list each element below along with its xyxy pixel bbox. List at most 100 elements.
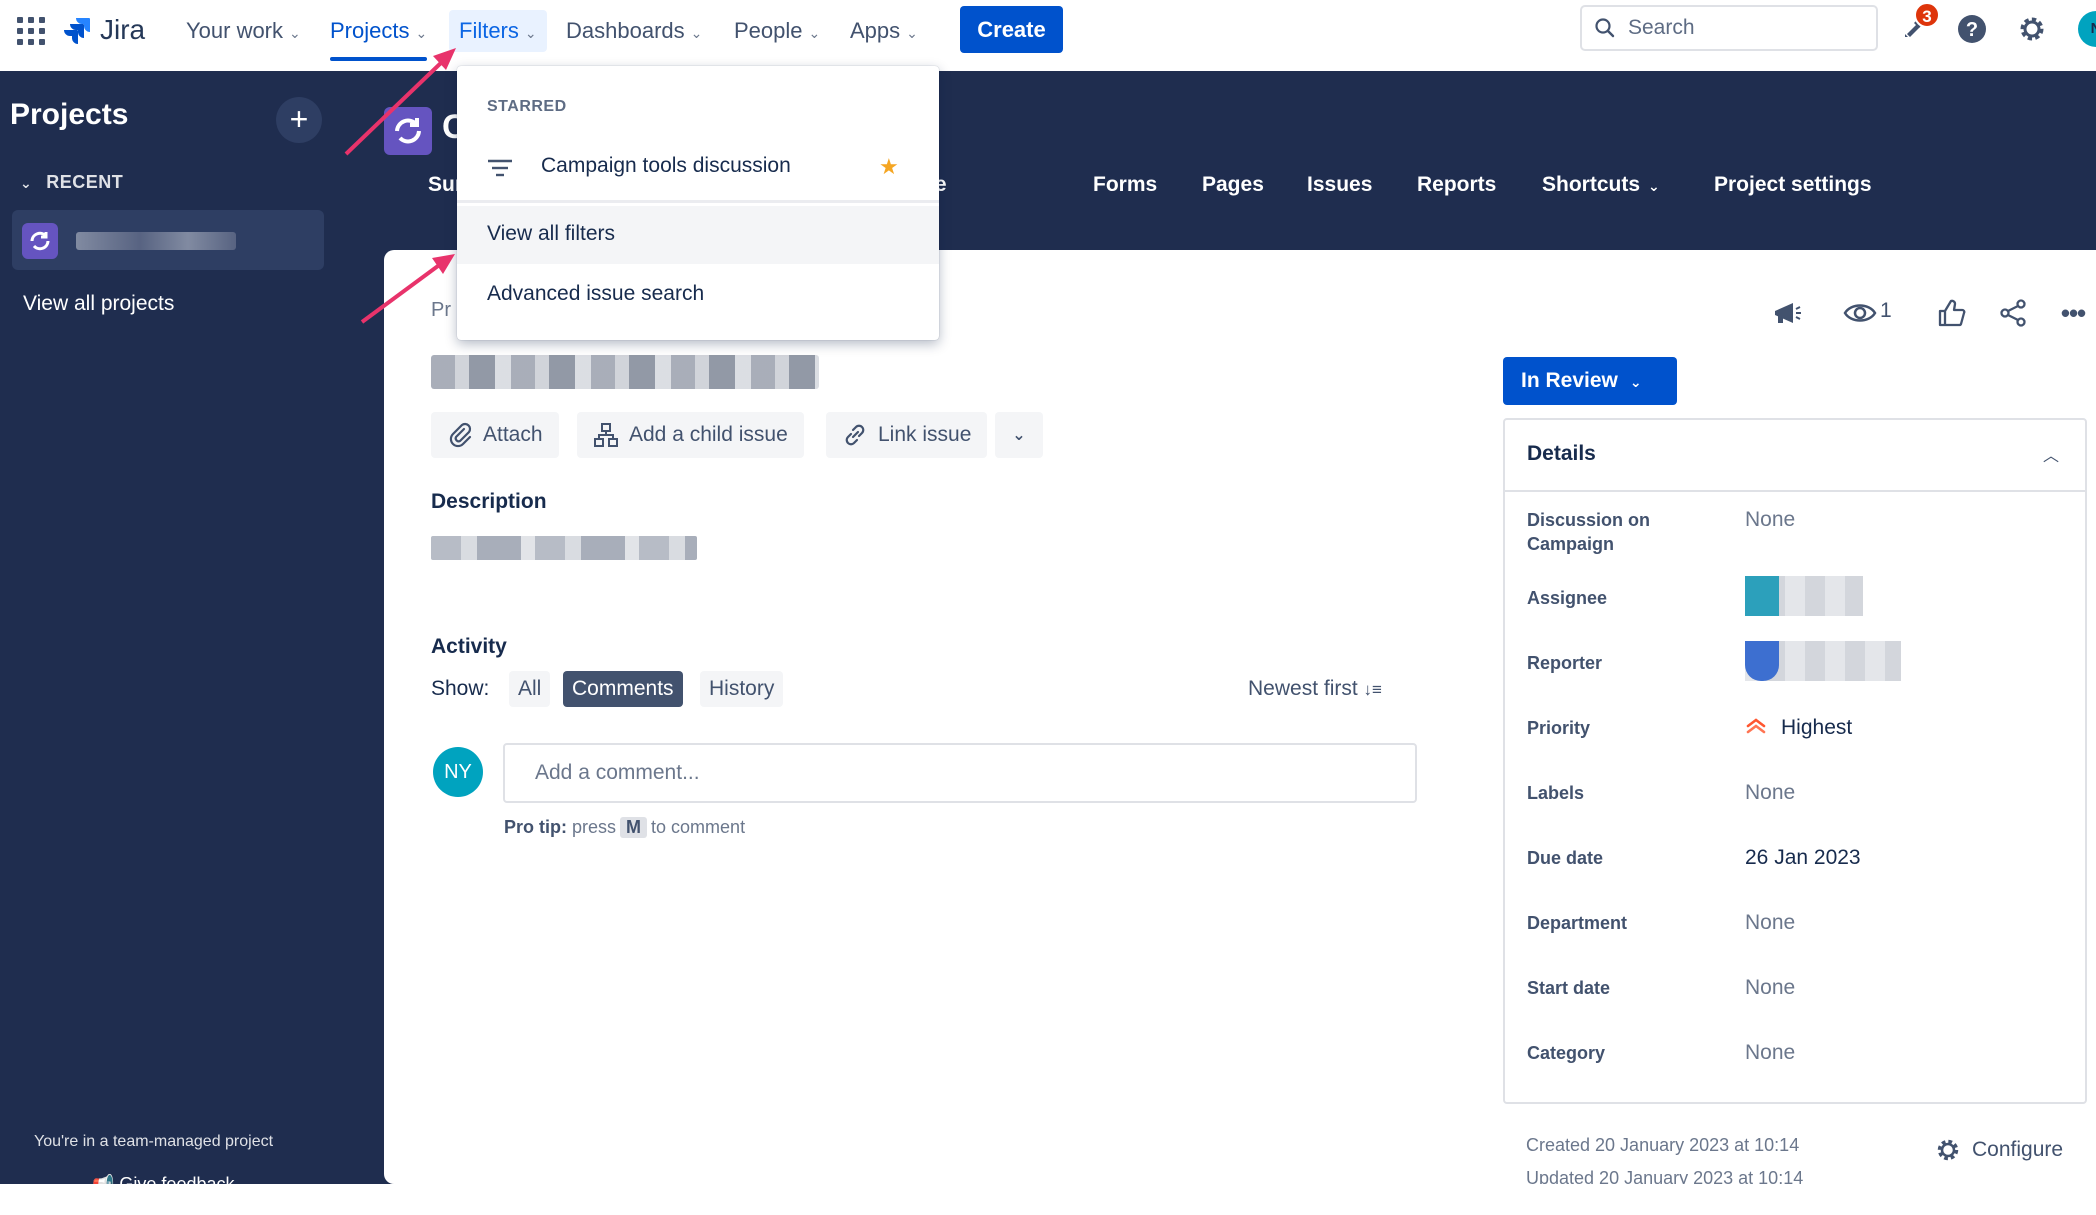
starred-filter-label: Campaign tools discussion xyxy=(541,154,791,177)
nav-label: Your work xyxy=(186,18,284,43)
more-actions-dropdown[interactable]: ⌄ xyxy=(995,412,1043,458)
issue-title-redacted xyxy=(431,355,819,389)
tab-issues[interactable]: Issues xyxy=(1307,173,1372,197)
nav-people[interactable]: People ⌄ xyxy=(724,10,830,52)
configure-button[interactable]: Configure xyxy=(1934,1136,2063,1164)
nav-label: Dashboards xyxy=(566,18,685,43)
field-label: Department xyxy=(1527,913,1628,933)
add-child-issue-button[interactable]: Add a child issue xyxy=(577,412,804,458)
settings-button[interactable] xyxy=(2011,8,2053,50)
details-header[interactable]: Details ︿ xyxy=(1505,420,2085,492)
field-value[interactable]: None xyxy=(1745,781,1795,805)
nav-apps[interactable]: Apps ⌄ xyxy=(840,10,928,52)
feedback-button[interactable] xyxy=(1767,295,1807,331)
nav-label: Apps xyxy=(850,18,901,43)
show-all-button[interactable]: All xyxy=(509,671,551,707)
nav-dashboards[interactable]: Dashboards ⌄ xyxy=(556,10,712,52)
tab-shortcuts[interactable]: Shortcuts ⌄ xyxy=(1542,173,1660,197)
nav-projects[interactable]: Projects ⌄ xyxy=(320,10,437,61)
advanced-issue-search-item[interactable]: Advanced issue search xyxy=(457,266,939,324)
link-issue-button[interactable]: Link issue xyxy=(826,412,988,458)
child-issue-icon xyxy=(594,423,618,447)
comment-input[interactable]: Add a comment... xyxy=(503,743,1417,803)
create-project-button[interactable]: + xyxy=(276,97,322,143)
share-button[interactable] xyxy=(1993,295,2033,331)
help-button[interactable]: ? xyxy=(1951,8,1993,50)
view-all-filters-item[interactable]: View all filters xyxy=(457,206,939,264)
view-all-filters-label: View all filters xyxy=(487,222,615,245)
assignee-redacted[interactable] xyxy=(1745,576,1863,616)
protip-suffix: to comment xyxy=(651,817,746,837)
watch-count: 1 xyxy=(1880,299,1892,322)
svg-text:?: ? xyxy=(1966,19,1978,41)
help-icon: ? xyxy=(1958,15,1986,43)
gear-icon xyxy=(1937,1139,1959,1161)
chevron-down-icon: ⌄ xyxy=(690,25,703,41)
created-timestamp: Created 20 January 2023 at 10:14 xyxy=(1526,1135,1800,1155)
tab-pages[interactable]: Pages xyxy=(1202,173,1264,197)
breadcrumb[interactable]: Pr xyxy=(431,299,451,322)
nav-your-work[interactable]: Your work ⌄ xyxy=(176,10,311,52)
keyboard-shortcut: M xyxy=(620,817,648,838)
priority-value[interactable]: Highest xyxy=(1745,716,1852,740)
tab-forms[interactable]: Forms xyxy=(1093,173,1157,197)
details-title: Details xyxy=(1527,442,1596,465)
starred-heading: STARRED xyxy=(487,98,567,115)
project-icon[interactable] xyxy=(384,107,432,155)
field-value[interactable]: 26 Jan 2023 xyxy=(1745,846,1861,870)
pro-tip: Pro tip: press Mto comment xyxy=(504,817,745,838)
protip-press: press xyxy=(572,817,617,837)
chevron-down-icon: ⌄ xyxy=(20,175,33,191)
show-comments-button[interactable]: Comments xyxy=(563,671,683,707)
jira-logo[interactable]: Jira xyxy=(62,12,145,48)
sidebar-item-project[interactable] xyxy=(12,210,324,270)
like-button[interactable] xyxy=(1931,295,1971,331)
star-icon[interactable]: ★ xyxy=(879,154,899,180)
more-options-button[interactable]: ••• xyxy=(2053,295,2093,331)
protip-prefix: Pro tip: xyxy=(504,817,567,837)
megaphone-icon xyxy=(1775,303,1801,323)
search-input[interactable]: Search xyxy=(1580,5,1878,51)
app-switcher-icon[interactable] xyxy=(17,17,45,45)
user-avatar[interactable]: N xyxy=(2078,11,2096,47)
eye-icon xyxy=(1843,304,1877,322)
show-history-button[interactable]: History xyxy=(700,671,784,707)
tab-project-settings[interactable]: Project settings xyxy=(1714,173,1872,197)
configure-label: Configure xyxy=(1972,1138,2064,1161)
logo-text: Jira xyxy=(100,14,146,45)
share-icon xyxy=(2000,299,2026,327)
chevron-down-icon: ⌄ xyxy=(289,25,301,41)
recent-label: RECENT xyxy=(46,172,124,192)
sort-order-button[interactable]: Newest first ↓≡ xyxy=(1248,677,1382,701)
field-value[interactable]: None xyxy=(1745,911,1795,935)
reporter-redacted[interactable] xyxy=(1745,641,1901,681)
tab-reports[interactable]: Reports xyxy=(1417,173,1496,197)
chevron-down-icon: ⌄ xyxy=(906,25,918,41)
create-button[interactable]: Create xyxy=(960,6,1063,53)
field-value[interactable]: None xyxy=(1745,508,1795,532)
field-value[interactable]: None xyxy=(1745,976,1795,1000)
notifications-button[interactable]: 3 xyxy=(1892,2,1940,50)
gear-icon xyxy=(2020,17,2044,41)
comment-avatar: NY xyxy=(433,747,483,797)
description-redacted[interactable] xyxy=(431,536,697,560)
link-issue-label: Link issue xyxy=(878,423,972,446)
status-dropdown[interactable]: In Review ⌄ xyxy=(1503,357,1677,405)
paperclip-icon xyxy=(449,422,472,448)
bottom-strip xyxy=(0,1184,2096,1215)
top-navigation: Jira Your work ⌄ Projects ⌄ Filters ⌄ Dashb… xyxy=(0,0,2096,71)
view-all-projects-link[interactable]: View all projects xyxy=(23,292,174,316)
add-child-label: Add a child issue xyxy=(629,423,788,446)
project-avatar xyxy=(22,223,58,259)
details-panel: Details ︿ Discussion on Campaign None As… xyxy=(1503,418,2087,1104)
nav-filters[interactable]: Filters ⌄ xyxy=(449,10,547,52)
activity-heading: Activity xyxy=(431,635,507,658)
field-value[interactable]: None xyxy=(1745,1041,1795,1065)
attach-button[interactable]: Attach xyxy=(431,412,559,458)
reporter-avatar xyxy=(1745,641,1779,681)
starred-filter-item[interactable]: Campaign tools discussion ★ xyxy=(457,138,939,198)
recent-section-toggle[interactable]: ⌄ RECENT xyxy=(20,172,123,193)
thumbs-up-icon xyxy=(1938,299,1966,327)
nav-label: Projects xyxy=(330,18,410,43)
watch-button[interactable] xyxy=(1840,295,1880,331)
